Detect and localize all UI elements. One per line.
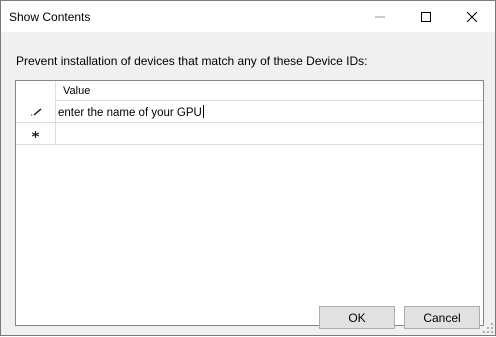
cancel-button[interactable]: Cancel xyxy=(404,306,480,329)
maximize-button[interactable] xyxy=(403,1,449,32)
window-title: Show Contents xyxy=(9,10,91,24)
row-header[interactable] xyxy=(16,123,56,144)
grid-header: Value xyxy=(16,81,483,101)
value-cell[interactable]: enter the name of your GPU xyxy=(57,101,483,122)
value-text: enter the name of your GPU xyxy=(58,107,202,119)
grid-new-row[interactable] xyxy=(16,123,483,145)
show-contents-window: Show Contents Prevent installation of de… xyxy=(0,0,496,336)
asterisk-icon xyxy=(31,127,40,141)
new-value-cell[interactable] xyxy=(57,123,483,144)
prompt-label: Prevent installation of devices that mat… xyxy=(16,54,368,68)
minimize-button[interactable] xyxy=(357,1,403,32)
title-bar[interactable]: Show Contents xyxy=(1,1,495,32)
ok-button[interactable]: OK xyxy=(319,306,395,329)
grid-row[interactable]: enter the name of your GPU xyxy=(16,101,483,123)
text-caret xyxy=(202,105,204,118)
row-header[interactable] xyxy=(16,101,56,122)
value-cell-text[interactable]: enter the name of your GPU xyxy=(58,105,204,119)
maximize-icon xyxy=(421,11,431,22)
resize-grip[interactable] xyxy=(482,322,494,334)
pencil-icon xyxy=(30,105,42,119)
grid-corner-cell[interactable] xyxy=(16,81,56,101)
values-grid[interactable]: Value enter the name of your GPU xyxy=(15,80,484,326)
minimize-icon xyxy=(375,12,385,22)
close-icon xyxy=(467,11,477,22)
column-header-value[interactable]: Value xyxy=(63,85,90,97)
close-button[interactable] xyxy=(449,1,495,32)
dialog-content: Prevent installation of devices that mat… xyxy=(1,32,495,335)
